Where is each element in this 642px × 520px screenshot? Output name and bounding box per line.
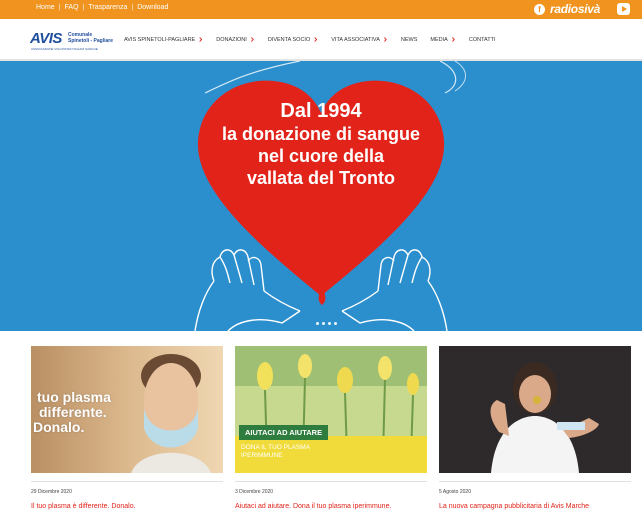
radio-sivà-logo[interactable]: radiosivà [550, 2, 600, 16]
nav-item-label: DONAZIONI [216, 36, 247, 43]
news-date: 5 Agosto 2020 [439, 489, 471, 495]
image-subbanner: DONA IL TUO PLASMA IPERIMMUNE [241, 444, 310, 460]
image-caption-line: DONA IL TUO PLASMA [241, 444, 310, 451]
hero-headline: Dal 1994 la donazione di sangue nel cuor… [196, 99, 446, 189]
top-link-download[interactable]: Download [137, 4, 168, 11]
youtube-icon[interactable] [617, 3, 630, 15]
nav-item-avis-spinetoli-pagliare[interactable]: AVIS SPINETOLI-PAGLIARE ❯ [124, 36, 203, 43]
nav-item-vita-associativa[interactable]: VITA ASSOCIATIVA ❯ [331, 36, 388, 43]
news-title[interactable]: Il tuo plasma è differente. Donalo. [31, 502, 223, 511]
top-links: Home | FAQ | Trasparenza | Download [36, 4, 168, 11]
chevron-down-icon: ❯ [198, 37, 204, 42]
news-date: 3 Dicembre 2020 [235, 489, 274, 495]
slider-dot[interactable] [316, 322, 319, 325]
image-caption-line: differente. [39, 404, 107, 420]
news-date: 29 Dicembre 2020 [31, 489, 72, 495]
image-caption-line: tuo plasma [37, 389, 111, 405]
hero-slider[interactable]: Dal 1994 la donazione di sangue nel cuor… [0, 61, 642, 331]
logo-wordmark: AVIS [30, 30, 62, 47]
card-divider [439, 481, 631, 482]
news-card-image[interactable] [439, 346, 631, 473]
nav-item-diventa-socio[interactable]: DIVENTA SOCIO ❯ [268, 36, 318, 43]
card-divider [235, 481, 427, 482]
chevron-down-icon: ❯ [313, 37, 319, 42]
image-caption: tuo plasma differente. Donalo. [31, 390, 111, 435]
nav-item-label: DIVENTA SOCIO [267, 36, 311, 43]
hero-line-2: la donazione di sangue [221, 124, 421, 144]
top-link-faq[interactable]: FAQ [65, 4, 79, 11]
main-navigation: AVIS Comunale Spinetoli - Pagliare ASSOC… [0, 19, 642, 61]
logo-tagline: ASSOCIAZIONE VOLONTARI ITALIANI SANGUE [31, 47, 98, 51]
news-card[interactable]: tuo plasma differente. Donalo. 29 Dicemb… [31, 346, 223, 511]
nav-item-contatti[interactable]: CONTATTI [469, 37, 496, 43]
card-divider [31, 481, 223, 482]
news-card-image[interactable]: tuo plasma differente. Donalo. [31, 346, 223, 473]
chevron-down-icon: ❯ [382, 37, 388, 42]
news-card[interactable]: AIUTACI AD AIUTARE DONA IL TUO PLASMA IP… [235, 346, 427, 511]
slider-dots [316, 322, 340, 325]
nav-item-label: AVIS SPINETOLI-PAGLIARE [124, 36, 196, 43]
hero-line-4: vallata del Tronto [246, 168, 396, 188]
news-card[interactable]: 5 Agosto 2020 La nuova campagna pubblici… [439, 346, 631, 511]
hero-line-1: Dal 1994 [280, 100, 362, 122]
facebook-icon[interactable]: f [534, 4, 545, 15]
top-bar: Home | FAQ | Trasparenza | Download f ra… [0, 0, 642, 19]
menu-bar: AVIS SPINETOLI-PAGLIARE ❯ DONAZIONI ❯ DI… [124, 36, 509, 43]
nav-item-label: CONTATTI [468, 36, 496, 43]
top-link-home[interactable]: Home [36, 4, 55, 11]
top-link-separator: | [131, 4, 134, 11]
slider-dot[interactable] [322, 322, 325, 325]
image-caption-line: Donalo. [33, 419, 85, 435]
avis-logo[interactable]: AVIS Comunale Spinetoli - Pagliare ASSOC… [30, 30, 114, 52]
top-link-separator: | [82, 4, 85, 11]
image-banner: AIUTACI AD AIUTARE [239, 425, 329, 440]
chevron-down-icon: ❯ [249, 37, 255, 42]
slider-dot[interactable] [334, 322, 337, 325]
news-card-image[interactable]: AIUTACI AD AIUTARE DONA IL TUO PLASMA IP… [235, 346, 427, 473]
slider-dot[interactable] [328, 322, 331, 325]
hero-line-3: nel cuore della [257, 146, 385, 166]
logo-line-2: Spinetoli - Pagliare [68, 38, 114, 44]
top-link-trasparenza[interactable]: Trasparenza [88, 4, 127, 11]
chevron-down-icon: ❯ [450, 37, 456, 42]
nav-item-label: VITA ASSOCIATIVA [331, 36, 380, 43]
athlete-with-medal-image [439, 346, 631, 473]
nav-item-news[interactable]: NEWS [401, 37, 418, 43]
news-title[interactable]: La nuova campagna pubblicitaria di Avis … [439, 502, 631, 511]
top-link-separator: | [58, 4, 61, 11]
news-title[interactable]: Aiutaci ad aiutare. Dona il tuo plasma i… [235, 502, 427, 511]
nav-item-donazioni[interactable]: DONAZIONI ❯ [216, 36, 255, 43]
nav-item-label: NEWS [400, 36, 418, 43]
image-caption-line: IPERIMMUNE [241, 452, 283, 459]
nav-item-label: MEDIA [430, 36, 448, 43]
nav-item-media[interactable]: MEDIA ❯ [430, 36, 455, 43]
